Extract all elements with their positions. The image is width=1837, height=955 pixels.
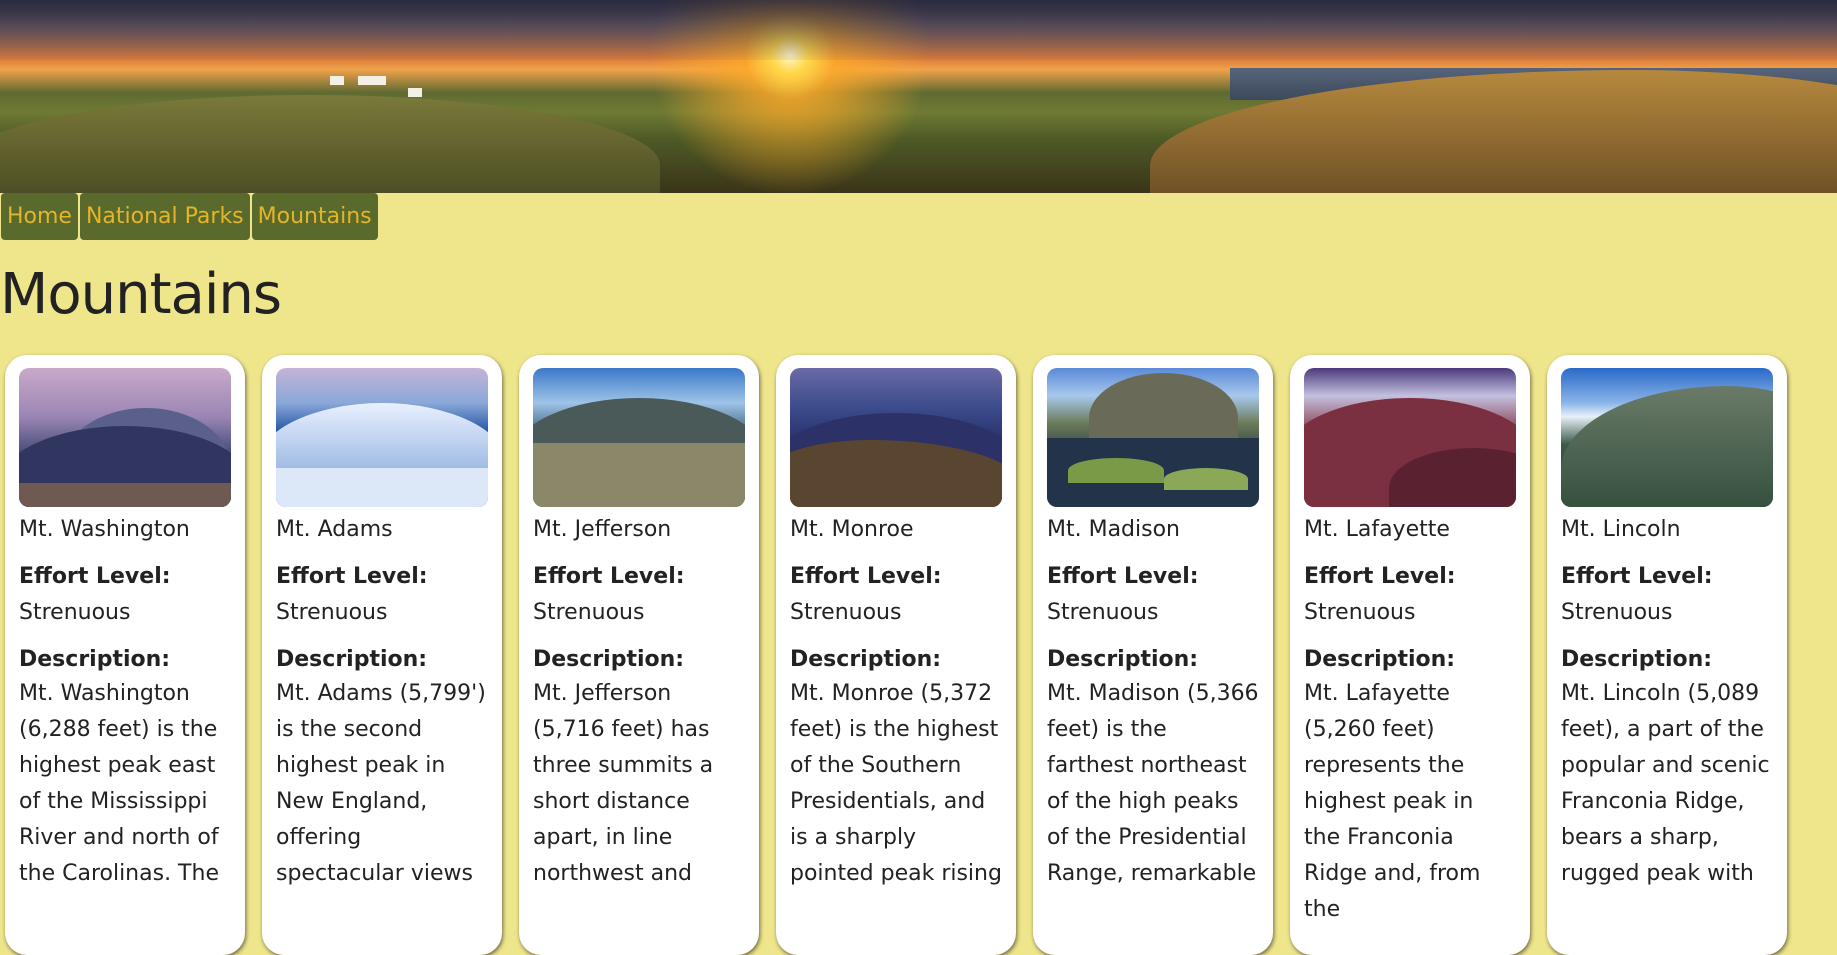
mountain-description: Mt. Madison (5,366 feet) is the farthest… <box>1047 681 1259 886</box>
mountain-photo <box>1304 368 1516 507</box>
mountain-name: Mt. Lafayette <box>1304 517 1450 542</box>
nav-home[interactable]: Home <box>1 193 78 240</box>
mountain-description: Mt. Adams (5,799') is the second highest… <box>276 681 486 886</box>
mountain-card-list: Mt. Washington Effort Level: Strenuous D… <box>5 355 1787 955</box>
mountain-photo <box>1561 368 1773 507</box>
mountain-description: Mt. Lafayette (5,260 feet) represents th… <box>1304 681 1481 922</box>
mountain-card[interactable]: Mt. Jefferson Effort Level: Strenuous De… <box>519 355 759 955</box>
page-title: Mountains <box>0 262 282 327</box>
mountain-photo <box>533 368 745 507</box>
mountain-card[interactable]: Mt. Lafayette Effort Level: Strenuous De… <box>1290 355 1530 955</box>
mountain-card[interactable]: Mt. Lincoln Effort Level: Strenuous Desc… <box>1547 355 1787 955</box>
effort-label: Effort Level: <box>1304 564 1456 589</box>
mountain-name: Mt. Jefferson <box>533 517 672 542</box>
main-nav: Home National Parks Mountains <box>1 193 378 240</box>
nav-national-parks[interactable]: National Parks <box>79 193 250 240</box>
mountain-name: Mt. Madison <box>1047 517 1180 542</box>
banner-house <box>330 76 344 85</box>
mountain-card[interactable]: Mt. Monroe Effort Level: Strenuous Descr… <box>776 355 1016 955</box>
mountain-photo <box>790 368 1002 507</box>
effort-value: Strenuous <box>276 600 388 625</box>
effort-value: Strenuous <box>790 600 902 625</box>
description-label: Description: <box>1047 647 1199 672</box>
banner-house <box>408 88 422 97</box>
description-label: Description: <box>790 647 942 672</box>
effort-value: Strenuous <box>1304 600 1416 625</box>
mountain-photo <box>1047 368 1259 507</box>
mountain-photo <box>19 368 231 507</box>
effort-label: Effort Level: <box>19 564 171 589</box>
effort-label: Effort Level: <box>1047 564 1199 589</box>
nav-mountains[interactable]: Mountains <box>251 193 378 240</box>
mountain-name: Mt. Washington <box>19 517 190 542</box>
banner-image <box>0 0 1837 193</box>
banner-house <box>358 76 386 85</box>
description-label: Description: <box>1561 647 1713 672</box>
banner-clouds <box>0 0 1837 60</box>
mountain-name: Mt. Monroe <box>790 517 914 542</box>
description-label: Description: <box>533 647 685 672</box>
effort-label: Effort Level: <box>1561 564 1713 589</box>
banner-hill <box>0 95 660 193</box>
mountain-photo <box>276 368 488 507</box>
effort-value: Strenuous <box>1047 600 1159 625</box>
mountain-card[interactable]: Mt. Washington Effort Level: Strenuous D… <box>5 355 245 955</box>
effort-label: Effort Level: <box>276 564 428 589</box>
mountain-description: Mt. Washington (6,288 feet) is the highe… <box>19 681 219 886</box>
mountain-card[interactable]: Mt. Adams Effort Level: Strenuous Descri… <box>262 355 502 955</box>
effort-value: Strenuous <box>1561 600 1673 625</box>
effort-value: Strenuous <box>19 600 131 625</box>
mountain-name: Mt. Adams <box>276 517 393 542</box>
effort-value: Strenuous <box>533 600 645 625</box>
description-label: Description: <box>19 647 171 672</box>
mountain-name: Mt. Lincoln <box>1561 517 1681 542</box>
effort-label: Effort Level: <box>790 564 942 589</box>
description-label: Description: <box>276 647 428 672</box>
mountain-card[interactable]: Mt. Madison Effort Level: Strenuous Desc… <box>1033 355 1273 955</box>
mountain-description: Mt. Monroe (5,372 feet) is the highest o… <box>790 681 1002 886</box>
effort-label: Effort Level: <box>533 564 685 589</box>
mountain-description: Mt. Lincoln (5,089 feet), a part of the … <box>1561 681 1770 886</box>
mountain-description: Mt. Jefferson (5,716 feet) has three sum… <box>533 681 714 886</box>
description-label: Description: <box>1304 647 1456 672</box>
